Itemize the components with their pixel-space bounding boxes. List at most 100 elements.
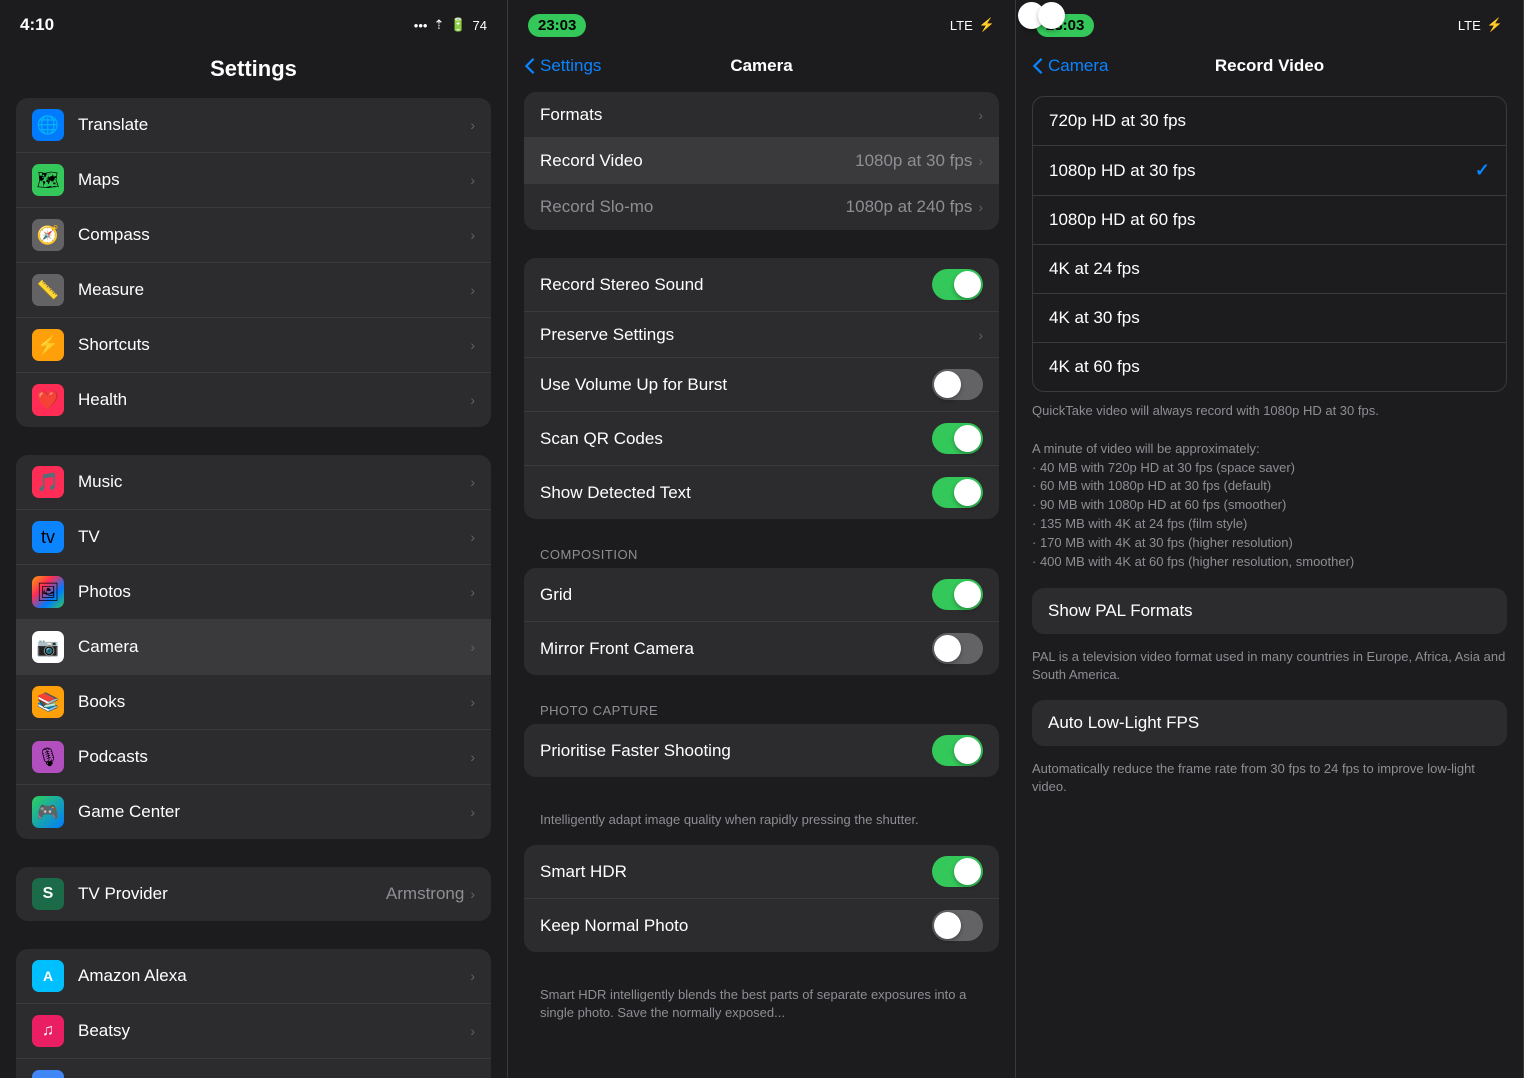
smart-hdr-label: Smart HDR	[540, 862, 932, 882]
maps-label: Maps	[78, 170, 470, 190]
record-video-label: Record Video	[540, 151, 855, 171]
podcasts-chevron: ›	[470, 749, 475, 765]
option-720p30[interactable]: 720p HD at 30 fps	[1033, 97, 1506, 146]
thirdparty-section: A Amazon Alexa › ♫ Beatsy › ⊙ Chrome ›	[16, 949, 491, 1078]
smart-hdr-item[interactable]: Smart HDR	[524, 845, 999, 899]
photos-icon: 🖼	[32, 576, 64, 608]
option-4k30[interactable]: 4K at 30 fps	[1033, 294, 1506, 343]
tvprovider-chevron: ›	[470, 886, 475, 902]
translate-icon: 🌐	[32, 109, 64, 141]
smart-hdr-toggle[interactable]	[932, 856, 983, 887]
settings-item-books[interactable]: 📚 Books ›	[16, 675, 491, 730]
settings-item-translate[interactable]: 🌐 Translate ›	[16, 98, 491, 153]
detected-text-item[interactable]: Show Detected Text	[524, 466, 999, 519]
keep-normal-item[interactable]: Keep Normal Photo	[524, 899, 999, 952]
settings-item-maps[interactable]: 🗺 Maps ›	[16, 153, 491, 208]
battery-p2-icon: ⚡	[979, 17, 995, 33]
camera-nav-title: Camera	[730, 56, 792, 76]
mirror-toggle[interactable]	[932, 633, 983, 664]
formats-label: Formats	[540, 105, 978, 125]
settings-item-beatsy[interactable]: ♫ Beatsy ›	[16, 1004, 491, 1059]
settings-item-alexa[interactable]: A Amazon Alexa ›	[16, 949, 491, 1004]
status-time-p2: 23:03	[528, 14, 586, 37]
camera-chevron: ›	[470, 639, 475, 655]
burst-item[interactable]: Use Volume Up for Burst	[524, 358, 999, 412]
translate-chevron: ›	[470, 117, 475, 133]
mirror-item[interactable]: Mirror Front Camera	[524, 622, 999, 675]
record-slomo-item[interactable]: Record Slo-mo 1080p at 240 fps ›	[524, 184, 999, 230]
option-1080p30[interactable]: 1080p HD at 30 fps ✓	[1033, 146, 1506, 196]
burst-toggle[interactable]	[932, 369, 983, 400]
settings-item-podcasts[interactable]: 🎙 Podcasts ›	[16, 730, 491, 785]
record-slomo-value: 1080p at 240 fps	[846, 197, 973, 217]
auto-lowlight-section: Auto Low-Light FPS	[1032, 700, 1507, 746]
back-to-camera[interactable]: Camera	[1032, 56, 1108, 76]
group-media: 🎵 Music › tv TV › 🖼 Photos › 📷 Camera	[0, 455, 507, 839]
option-1080p60[interactable]: 1080p HD at 60 fps	[1033, 196, 1506, 245]
photos-chevron: ›	[470, 584, 475, 600]
faster-shooting-label: Prioritise Faster Shooting	[540, 741, 932, 761]
detected-toggle[interactable]	[932, 477, 983, 508]
settings-item-tv[interactable]: tv TV ›	[16, 510, 491, 565]
show-pal-item[interactable]: Show PAL Formats	[1032, 588, 1507, 634]
settings-item-camera[interactable]: 📷 Camera ›	[16, 620, 491, 675]
beatsy-icon: ♫	[32, 1015, 64, 1047]
status-bar-p2: 23:03 LTE ⚡	[508, 0, 1015, 44]
settings-item-measure[interactable]: 📏 Measure ›	[16, 263, 491, 318]
faster-shooting-hint: Intelligently adapt image quality when r…	[508, 805, 1015, 845]
faster-toggle[interactable]	[932, 735, 983, 766]
status-bar-p1: 4:10 ••• ⇡ 🔋 74	[0, 0, 507, 44]
qr-item[interactable]: Scan QR Codes	[524, 412, 999, 466]
photocapture-section-header: PHOTO CAPTURE	[508, 703, 1015, 718]
stereo-toggle[interactable]	[932, 269, 983, 300]
settings-item-music[interactable]: 🎵 Music ›	[16, 455, 491, 510]
record-video-nav-bar: Camera Record Video	[1016, 44, 1523, 88]
compass-chevron: ›	[470, 227, 475, 243]
camera-nav-bar: Settings Camera	[508, 44, 1015, 88]
faster-shooting-item[interactable]: Prioritise Faster Shooting	[524, 724, 999, 777]
pal-note: PAL is a television video format used in…	[1016, 642, 1523, 700]
settings-item-health[interactable]: ❤️ Health ›	[16, 373, 491, 427]
stereo-item[interactable]: Record Stereo Sound	[524, 258, 999, 312]
camera-label: Camera	[78, 637, 470, 657]
settings-item-tvprovider[interactable]: S TV Provider Armstrong ›	[16, 867, 491, 921]
settings-item-gamecenter[interactable]: 🎮 Game Center ›	[16, 785, 491, 839]
preserve-item[interactable]: Preserve Settings ›	[524, 312, 999, 358]
maps-chevron: ›	[470, 172, 475, 188]
media-section: 🎵 Music › tv TV › 🖼 Photos › 📷 Camera	[16, 455, 491, 839]
podcasts-label: Podcasts	[78, 747, 470, 767]
capture-section: Record Stereo Sound Preserve Settings › …	[524, 258, 999, 519]
tvprovider-label: TV Provider	[78, 884, 386, 904]
status-time-p1: 4:10	[20, 15, 54, 35]
grid-toggle[interactable]	[932, 579, 983, 610]
record-video-value: 1080p at 30 fps	[855, 151, 972, 171]
settings-item-shortcuts[interactable]: ⚡ Shortcuts ›	[16, 318, 491, 373]
grid-item[interactable]: Grid	[524, 568, 999, 622]
option-4k60[interactable]: 4K at 60 fps	[1033, 343, 1506, 391]
music-icon: 🎵	[32, 466, 64, 498]
keep-normal-toggle[interactable]	[932, 910, 983, 941]
settings-item-photos[interactable]: 🖼 Photos ›	[16, 565, 491, 620]
qr-toggle[interactable]	[932, 423, 983, 454]
preserve-label: Preserve Settings	[540, 325, 978, 345]
tv-label: TV	[78, 527, 470, 547]
status-bar-p3: 23:03 LTE ⚡	[1016, 0, 1523, 44]
alexa-icon: A	[32, 960, 64, 992]
record-video-item[interactable]: Record Video 1080p at 30 fps ›	[524, 138, 999, 184]
option-4k24[interactable]: 4K at 24 fps	[1033, 245, 1506, 294]
beatsy-chevron: ›	[470, 1023, 475, 1039]
auto-lowlight-note: Automatically reduce the frame rate from…	[1016, 754, 1523, 812]
compass-icon: 🧭	[32, 219, 64, 251]
show-pal-label: Show PAL Formats	[1048, 601, 1491, 621]
pal-section: Show PAL Formats	[1032, 588, 1507, 634]
mirror-label: Mirror Front Camera	[540, 639, 932, 659]
health-icon: ❤️	[32, 384, 64, 416]
option-4k60-label: 4K at 60 fps	[1049, 357, 1490, 377]
formats-item[interactable]: Formats ›	[524, 92, 999, 138]
settings-item-chrome[interactable]: ⊙ Chrome ›	[16, 1059, 491, 1078]
auto-lowlight-item[interactable]: Auto Low-Light FPS	[1032, 700, 1507, 746]
group-provider: S TV Provider Armstrong ›	[0, 867, 507, 921]
shortcuts-chevron: ›	[470, 337, 475, 353]
back-to-settings[interactable]: Settings	[524, 56, 601, 76]
settings-item-compass[interactable]: 🧭 Compass ›	[16, 208, 491, 263]
